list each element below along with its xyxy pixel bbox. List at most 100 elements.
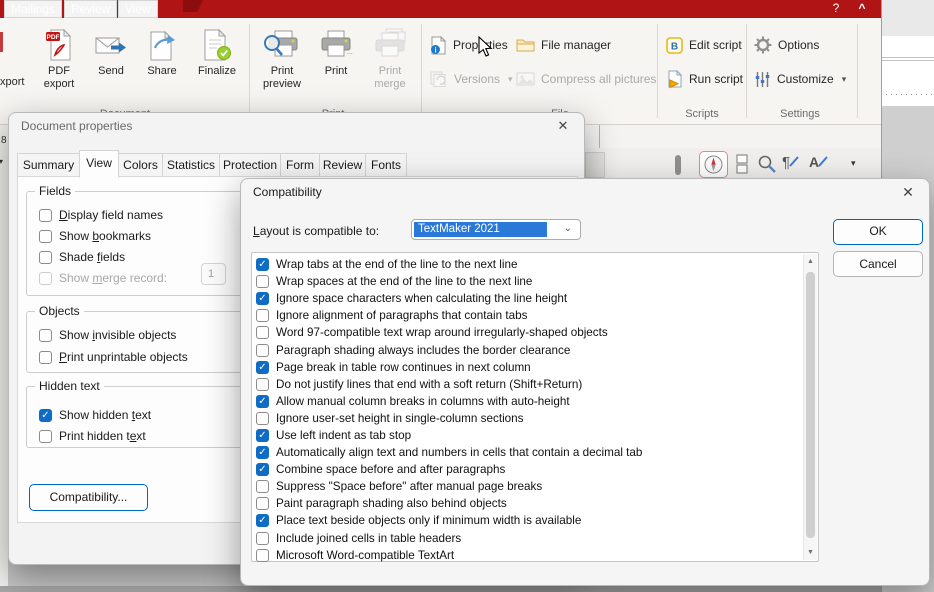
checkbox[interactable]: ✓ [256,378,269,391]
checkbox[interactable]: ✓ [39,409,52,422]
collapse-ribbon-icon[interactable]: ^ [852,0,872,18]
customize-button[interactable]: Customize ▾ [754,68,846,90]
checkbox[interactable]: ✓ [39,251,52,264]
print-preview-button[interactable]: Print preview [254,22,310,110]
ribbon-tab-review[interactable]: Review [64,0,117,18]
checkbox-display-field-names[interactable]: ✓ Display field names [39,207,163,223]
checkbox[interactable]: ✓ [256,532,269,545]
close-icon[interactable]: ✕ [554,117,572,135]
ribbon-tab-mailings[interactable]: Mailings [4,0,62,18]
list-item[interactable]: ✓Word 97-compatible text wrap around irr… [256,324,818,341]
checkbox[interactable]: ✓ [256,309,269,322]
scroll-down-icon[interactable]: ▼ [804,549,817,556]
checkbox[interactable]: ✓ [39,430,52,443]
versions-icon [430,71,448,88]
print-merge-button: Print merge [362,22,418,110]
send-button[interactable]: Send [90,22,132,110]
list-item[interactable]: ✓Combine space before and after paragrap… [256,461,818,478]
tab-statistics[interactable]: Statistics [162,153,220,177]
compatibility-options-list[interactable]: ✓Wrap tabs at the end of the line to the… [251,252,819,562]
checkbox-show-bookmarks[interactable]: ✓ Show bookmarks [39,228,151,244]
list-item[interactable]: ✓Paragraph shading always includes the b… [256,341,818,358]
checkbox-show-hidden-text[interactable]: ✓ Show hidden text [39,407,151,423]
options-button[interactable]: Options [754,34,819,56]
checkbox[interactable]: ✓ [39,351,52,364]
checkbox-shade-fields[interactable]: ✓ Shade fields [39,249,125,265]
pages-icon[interactable] [735,154,749,174]
checkbox-print-unprintable-objects[interactable]: ✓ Print unprintable objects [39,349,188,365]
tab-review[interactable]: Review [319,153,366,177]
checkbox[interactable]: ✓ [256,412,269,425]
list-item[interactable]: ✓Wrap tabs at the end of the line to the… [256,256,818,273]
compress-all-pictures-icon [516,71,535,87]
ok-button[interactable]: OK [833,219,923,245]
scrollbar-thumb[interactable] [806,272,815,538]
list-item[interactable]: ✓Place text beside objects only if minim… [256,512,818,529]
list-item[interactable]: ✓Include joined cells in table headers [256,530,818,547]
checkbox[interactable]: ✓ [256,344,269,357]
checkbox[interactable]: ✓ [256,549,269,562]
ribbon-separator [857,24,858,118]
list-item[interactable]: ✓Do not justify lines that end with a so… [256,376,818,393]
scroll-up-icon[interactable]: ▲ [804,258,817,265]
list-item[interactable]: ✓Suppress "Space before" after manual pa… [256,478,818,495]
list-item[interactable]: ✓Ignore space characters when calculatin… [256,290,818,307]
checkbox[interactable]: ✓ [39,209,52,222]
tab-form[interactable]: Form [280,153,320,177]
share-button[interactable]: Share [138,22,186,110]
list-item[interactable]: ✓Microsoft Word-compatible TextArt [256,547,818,564]
finalize-button[interactable]: Finalize [190,22,244,110]
checkbox[interactable]: ✓ [256,275,269,288]
list-item[interactable]: ✓Ignore alignment of paragraphs that con… [256,307,818,324]
list-scrollbar[interactable]: ▲ ▼ [803,254,817,560]
format-character-brush-icon[interactable]: A [809,154,828,170]
mouse-cursor [477,36,492,58]
print-button[interactable]: ... Print [314,22,358,110]
checkbox[interactable]: ✓ [256,258,269,271]
list-item[interactable]: ✓Wrap spaces at the end of the line to t… [256,273,818,290]
tab-protection[interactable]: Protection [219,153,281,177]
checkbox[interactable]: ✓ [256,429,269,442]
tab-view[interactable]: View [79,150,119,178]
tab-colors[interactable]: Colors [118,153,163,177]
ribbon-tab-view[interactable]: View [118,0,158,18]
ruler-line [882,57,934,58]
tab-fonts[interactable]: Fonts [365,153,407,177]
scroll-grip[interactable] [675,155,681,175]
help-icon[interactable]: ? [826,0,846,18]
list-item[interactable]: ✓Allow manual column breaks in columns w… [256,393,818,410]
cancel-button[interactable]: Cancel [833,251,923,277]
compatibility-combo[interactable]: TextMaker 2021 ⌄ [411,219,581,240]
checkbox-print-hidden-text[interactable]: ✓ Print hidden text [39,428,146,444]
list-item[interactable]: ✓Paint paragraph shading also behind obj… [256,495,818,512]
close-icon[interactable]: ✕ [899,183,917,201]
pdf-export-button[interactable]: PDF PDF export [32,22,86,110]
checkbox[interactable]: ✓ [256,292,269,305]
toolbar-more-chevron-icon[interactable]: ▾ [851,158,856,169]
checkbox-show-invisible-objects[interactable]: ✓ Show invisible objects [39,327,176,343]
tab-summary[interactable]: Summary [17,153,80,177]
search-icon[interactable] [757,154,777,174]
checkbox[interactable]: ✓ [256,463,269,476]
compatibility-button[interactable]: Compatibility... [29,484,148,511]
list-item[interactable]: ✓Ignore user-set height in single-column… [256,410,818,427]
list-item[interactable]: ✓Use left indent as tab stop [256,427,818,444]
properties-button[interactable]: i Properties [430,34,508,56]
edit-script-button[interactable]: B Edit script [666,34,742,56]
checkbox[interactable]: ✓ [256,514,269,527]
file-manager-button[interactable]: File manager [516,34,611,56]
checkbox[interactable]: ✓ [39,329,52,342]
checkbox[interactable]: ✓ [256,326,269,339]
list-item[interactable]: ✓Page break in table row continues in ne… [256,359,818,376]
run-script-button[interactable]: Run script [666,68,743,90]
list-item[interactable]: ✓Automatically align text and numbers in… [256,444,818,461]
checkbox[interactable]: ✓ [256,480,269,493]
checkbox[interactable]: ✓ [256,446,269,459]
checkbox[interactable]: ✓ [256,395,269,408]
versions-button: Versions ▾ [430,68,513,90]
checkbox[interactable]: ✓ [39,230,52,243]
format-paragraph-brush-icon[interactable]: ¶ [782,154,799,171]
checkbox[interactable]: ✓ [256,361,269,374]
navigation-toggle-button[interactable] [699,151,728,178]
checkbox[interactable]: ✓ [256,497,269,510]
